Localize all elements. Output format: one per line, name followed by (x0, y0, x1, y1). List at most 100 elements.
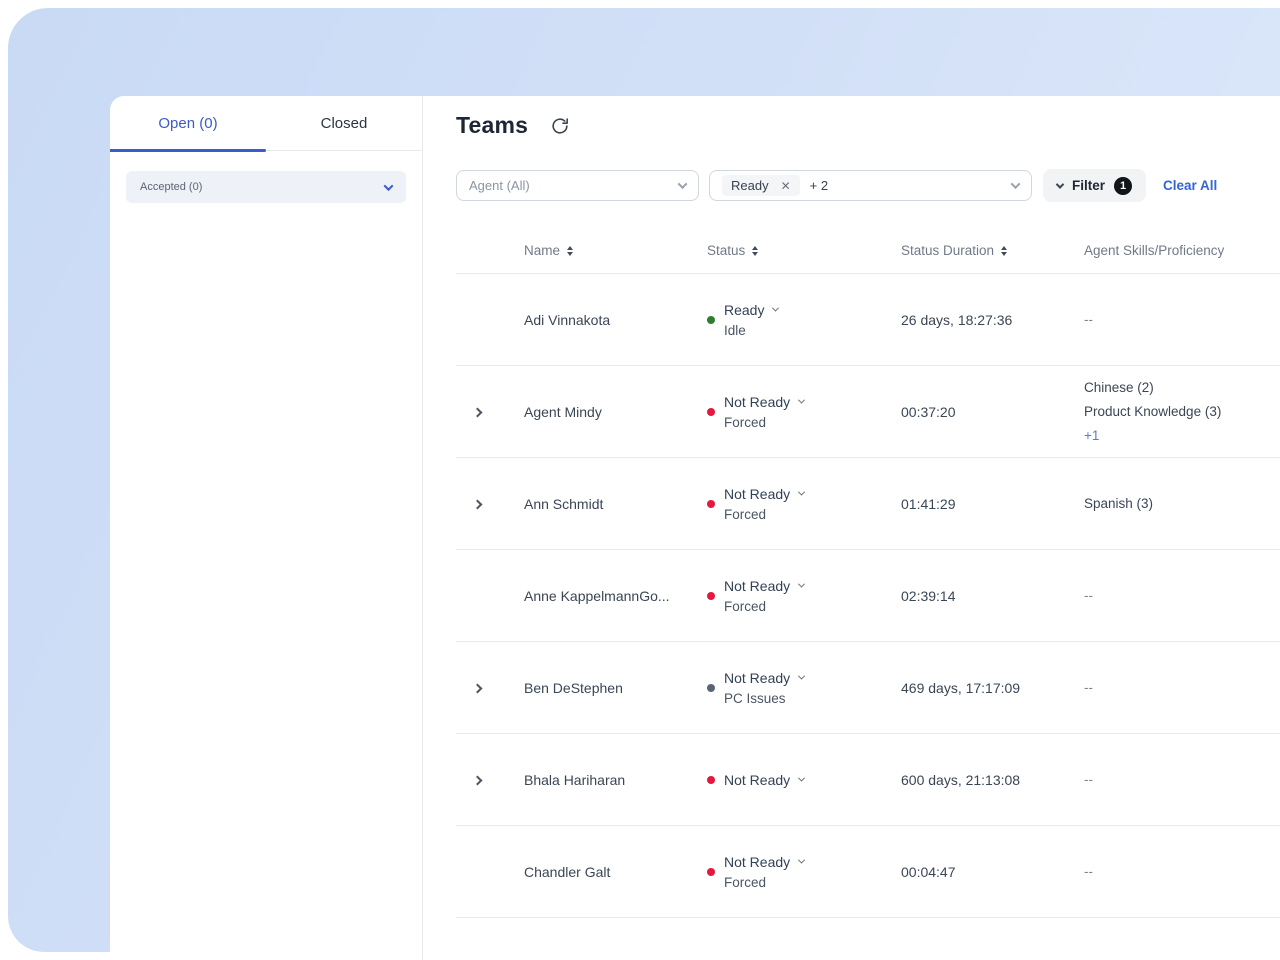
column-header-agent-skills: Agent Skills/Proficiency (1084, 243, 1280, 258)
tab-closed[interactable]: Closed (266, 96, 422, 150)
more-filters-badge[interactable]: + 2 (810, 178, 828, 193)
status-dot-icon (707, 408, 715, 416)
chevron-down-icon (772, 305, 779, 312)
column-header-status-duration[interactable]: Status Duration (901, 243, 1084, 258)
status-duration: 26 days, 18:27:36 (901, 312, 1084, 328)
chip-label: Ready (731, 178, 769, 193)
skill-item: Spanish (3) (1084, 492, 1280, 516)
skills-empty: -- (1084, 584, 1280, 608)
status-label: Not Ready (724, 486, 790, 502)
chevron-right-icon (473, 683, 483, 693)
chevron-down-icon (678, 179, 688, 189)
skills-empty: -- (1084, 308, 1280, 332)
column-label: Status (707, 243, 745, 258)
status-duration: 01:41:29 (901, 496, 1084, 512)
status-sub-label: Forced (724, 507, 804, 522)
status-cell: Not Ready Forced (707, 394, 901, 430)
accepted-label: Accepted (0) (140, 181, 202, 193)
status-cell: Not Ready PC Issues (707, 670, 901, 706)
status-duration: 469 days, 17:17:09 (901, 680, 1084, 696)
agent-skills: -- (1084, 676, 1280, 700)
agent-name: Ben DeStephen (524, 680, 707, 696)
status-cell: Ready Idle (707, 302, 901, 338)
status-dot-icon (707, 500, 715, 508)
skills-empty: -- (1084, 860, 1280, 884)
column-label: Agent Skills/Proficiency (1084, 243, 1224, 258)
chevron-down-icon (798, 775, 805, 782)
status-sub-label: Forced (724, 415, 804, 430)
agent-name: Anne KappelmannGo... (524, 588, 707, 604)
status-dropdown[interactable]: Not Ready (724, 394, 804, 410)
chevron-down-icon (798, 673, 805, 680)
status-sub-label: PC Issues (724, 691, 804, 706)
skills-empty: -- (1084, 768, 1280, 792)
status-dot-icon (707, 684, 715, 692)
status-dot-icon (707, 868, 715, 876)
status-dropdown[interactable]: Ready (724, 302, 778, 318)
agent-filter-dropdown[interactable]: Agent (All) (456, 170, 699, 201)
status-duration: 00:37:20 (901, 404, 1084, 420)
chevron-down-icon (1011, 179, 1021, 189)
chevron-down-icon (798, 489, 805, 496)
status-filter-dropdown[interactable]: Ready ✕ + 2 (709, 170, 1032, 201)
column-header-name[interactable]: Name (524, 243, 707, 258)
expand-row-button[interactable] (470, 675, 485, 701)
page: Open (0) Closed Accepted (0) Teams (0, 0, 1280, 960)
status-sub-label: Idle (724, 323, 778, 338)
main-panel: Teams Agent (All) Ready ✕ + 2 (423, 96, 1280, 960)
status-dropdown[interactable]: Not Ready (724, 854, 804, 870)
filter-count-badge: 1 (1114, 177, 1132, 195)
tab-closed-label: Closed (321, 115, 368, 132)
status-dropdown[interactable]: Not Ready (724, 578, 804, 594)
sidebar-tabs: Open (0) Closed (110, 96, 422, 151)
filter-button-label: Filter (1072, 178, 1105, 193)
refresh-icon[interactable] (550, 116, 570, 136)
filter-button[interactable]: Filter 1 (1043, 169, 1146, 202)
chip-remove-icon[interactable]: ✕ (781, 180, 791, 192)
status-dropdown[interactable]: Not Ready (724, 486, 804, 502)
agent-name: Adi Vinnakota (524, 312, 707, 328)
chevron-right-icon (473, 775, 483, 785)
expand-row-button[interactable] (470, 491, 485, 517)
active-tab-indicator (110, 149, 266, 152)
expand-row-button[interactable] (470, 399, 485, 425)
sort-icon (1001, 246, 1007, 256)
chevron-down-icon (1056, 180, 1064, 188)
agent-skills: Spanish (3) (1084, 492, 1280, 516)
accepted-section-header[interactable]: Accepted (0) (126, 171, 406, 203)
status-label: Not Ready (724, 854, 790, 870)
filter-row: Agent (All) Ready ✕ + 2 Filter 1 (456, 169, 1280, 202)
status-duration: 600 days, 21:13:08 (901, 772, 1084, 788)
chevron-down-icon[interactable] (384, 181, 394, 191)
table-header: Name Status Status Duration Agent Skills… (456, 228, 1280, 274)
agent-name: Ann Schmidt (524, 496, 707, 512)
sidebar: Open (0) Closed Accepted (0) (110, 96, 423, 960)
table-row: Ben DeStephen Not Ready PC Issues 469 da… (456, 642, 1280, 734)
chevron-down-icon (798, 581, 805, 588)
expand-row-button[interactable] (470, 767, 485, 793)
agent-name: Bhala Hariharan (524, 772, 707, 788)
tab-open[interactable]: Open (0) (110, 96, 266, 150)
clear-all-link[interactable]: Clear All (1163, 178, 1217, 193)
table-row: Chandler Galt Not Ready Forced 00:04:47 … (456, 826, 1280, 918)
column-label: Name (524, 243, 560, 258)
status-filter-chip: Ready ✕ (722, 175, 800, 196)
sort-icon (567, 246, 573, 256)
chevron-right-icon (473, 499, 483, 509)
table-row: Adi Vinnakota Ready Idle 26 days, 18:27:… (456, 274, 1280, 366)
status-cell: Not Ready Forced (707, 854, 901, 890)
chevron-right-icon (473, 407, 483, 417)
agent-skills: -- (1084, 860, 1280, 884)
status-cell: Not Ready Forced (707, 578, 901, 614)
status-label: Not Ready (724, 394, 790, 410)
status-dropdown[interactable]: Not Ready (724, 670, 804, 686)
skills-more-link[interactable]: +1 (1084, 424, 1280, 448)
agent-skills: -- (1084, 308, 1280, 332)
agent-name: Agent Mindy (524, 404, 707, 420)
column-header-status[interactable]: Status (707, 243, 901, 258)
status-sub-label: Forced (724, 875, 804, 890)
status-label: Not Ready (724, 772, 790, 788)
status-dropdown[interactable]: Not Ready (724, 772, 804, 788)
status-cell: Not Ready Forced (707, 486, 901, 522)
status-sub-label: Forced (724, 599, 804, 614)
